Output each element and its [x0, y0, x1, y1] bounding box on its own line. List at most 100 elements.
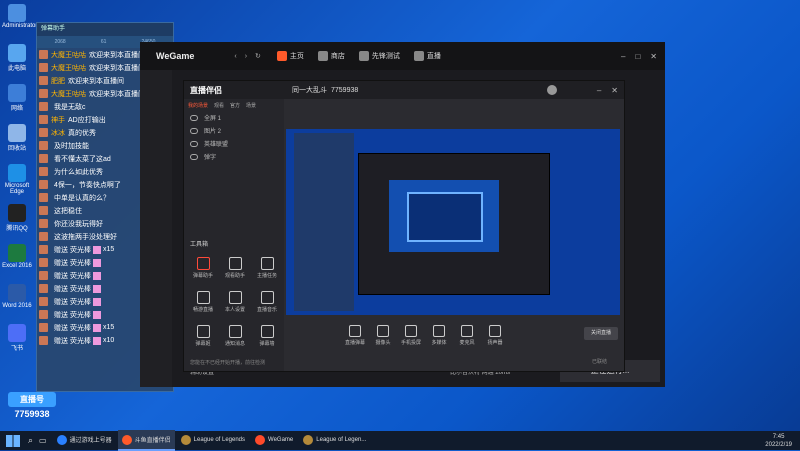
user-avatar — [39, 193, 48, 202]
message-text: 赠送 荧光棒 — [54, 272, 91, 280]
taskbar-app-icon — [255, 434, 266, 445]
scene-tab[interactable]: 我的场景 — [188, 102, 208, 109]
taskbar-item[interactable]: League of Legends — [177, 430, 249, 449]
app-icon — [8, 4, 26, 22]
minimize-icon[interactable]: – — [621, 52, 625, 61]
stream-badge: 直播号 7759938 — [4, 392, 60, 428]
desktop-icon[interactable]: Word 2016 — [2, 284, 32, 309]
preview-chat-panel — [294, 133, 354, 311]
desktop-icon-label: Excel 2016 — [2, 263, 32, 269]
desktop-icon-label: 网络 — [10, 106, 23, 112]
clock-time: 7:45 — [772, 433, 785, 440]
search-icon[interactable]: ⌕ — [28, 435, 33, 446]
stream-control[interactable]: 麦克风 — [452, 325, 482, 346]
stream-control[interactable]: 直播弹幕 — [340, 325, 370, 346]
tool-item[interactable]: 主播任务 — [252, 257, 282, 279]
eye-icon[interactable] — [190, 127, 198, 134]
user-name: 大魔王咕咕 — [51, 51, 86, 59]
message-text: 欢迎来到本直播间 — [68, 77, 124, 85]
user-avatar — [39, 297, 48, 306]
scene-item[interactable]: 英雄联盟 — [184, 137, 284, 150]
tool-icon — [196, 291, 210, 304]
taskbar-app-icon — [121, 434, 132, 445]
tool-item[interactable]: 弹幕姬 — [188, 325, 218, 347]
scene-label: 全屏 1 — [204, 116, 222, 122]
scene-tab[interactable]: 场景 — [246, 102, 256, 109]
user-avatar — [39, 154, 48, 163]
taskbar-item[interactable]: League of Legen... — [299, 430, 370, 449]
clock-date: 2022/2/19 — [765, 441, 792, 448]
close-icon[interactable]: ✕ — [650, 52, 657, 61]
maximize-icon[interactable]: □ — [635, 52, 640, 61]
taskbar-item[interactable]: 通过游戏上号器 — [53, 430, 116, 449]
stream-control[interactable]: 扬声器 — [480, 325, 510, 346]
back-arrow-icon[interactable]: ‹ — [234, 53, 236, 60]
desktop-icon[interactable]: 此电脑 — [2, 44, 32, 72]
app-icon — [8, 164, 26, 182]
refresh-icon[interactable]: ↻ — [255, 52, 261, 60]
close-icon[interactable]: ✕ — [611, 86, 618, 95]
scene-item[interactable]: 弹字 — [184, 150, 284, 163]
taskbar-item-label: League of Legen... — [316, 436, 367, 443]
zhibo-window[interactable]: 直播伴侣 同一大乱斗 7759938 – ✕ 我的场景 观看 官方 场景 全屏 1 图片… — [183, 80, 625, 372]
control-icon — [377, 325, 389, 337]
message-text: 4保一，节奏快点啊了 — [54, 181, 121, 189]
desktop-icon[interactable]: Microsoft Edge — [2, 164, 32, 195]
user-avatar — [39, 115, 48, 124]
task-view-icon[interactable]: ▭ — [39, 436, 47, 445]
scene-label: 英雄联盟 — [204, 142, 229, 148]
taskbar-item[interactable]: WeGame — [251, 430, 297, 449]
tool-item[interactable]: 观看助手 — [220, 257, 250, 279]
scene-tab[interactable]: 官方 — [230, 102, 240, 109]
control-label: 扬声器 — [487, 340, 503, 346]
stream-preview[interactable] — [286, 129, 620, 315]
app-icon — [8, 204, 26, 222]
nav-tab[interactable]: 主页 — [276, 51, 304, 61]
tool-item[interactable]: 弹幕墙 — [252, 325, 282, 347]
scene-item[interactable]: 全屏 1 — [184, 111, 284, 124]
minimize-icon[interactable]: – — [597, 86, 601, 95]
clock[interactable]: 7:45 2022/2/19 — [765, 433, 792, 449]
eye-icon[interactable] — [190, 153, 198, 160]
eye-icon[interactable] — [190, 114, 198, 121]
desktop-icon-label: 回收站 — [7, 146, 26, 152]
desktop-icon[interactable]: 飞书 — [2, 324, 32, 352]
desktop-icon[interactable]: Excel 2016 — [2, 244, 32, 269]
zhibo-logo: 直播伴侣 — [190, 85, 222, 95]
desktop-icon[interactable]: Administrator — [2, 4, 37, 29]
chat-stat-1: 61 — [100, 39, 107, 45]
gift-icon — [92, 284, 101, 293]
tool-item[interactable]: 本人设置 — [220, 291, 250, 313]
tool-item[interactable]: 畅游直播 — [188, 291, 218, 313]
chat-header: 弹幕助手 — [37, 23, 173, 36]
scene-tab[interactable]: 观看 — [214, 102, 224, 109]
nav-tab[interactable]: 先锋测试 — [358, 51, 400, 61]
user-avatar — [39, 245, 48, 254]
tool-label: 弹幕墙 — [259, 341, 275, 347]
stream-control[interactable]: 多媒体 — [424, 325, 454, 346]
avatar[interactable] — [546, 85, 557, 95]
control-label: 直播弹幕 — [344, 340, 365, 346]
nav-tab-icon — [317, 51, 328, 61]
tool-label: 弹幕姬 — [195, 341, 211, 347]
tool-item[interactable]: 直播音乐 — [252, 291, 282, 313]
desktop-icon[interactable]: 回收站 — [2, 124, 32, 152]
user-avatar — [39, 258, 48, 267]
tool-item[interactable]: 通知消息 — [220, 325, 250, 347]
scene-item[interactable]: 图片 2 — [184, 124, 284, 137]
stream-control[interactable]: 摄像头 — [368, 325, 398, 346]
end-stream-button[interactable]: 关闭直播 — [584, 327, 618, 340]
nav-tab[interactable]: 直播 — [413, 51, 441, 61]
tool-item[interactable]: 弹幕助手 — [188, 257, 218, 279]
stream-control[interactable]: 手机投屏 — [396, 325, 426, 346]
control-label: 麦克风 — [459, 340, 475, 346]
windows-start-icon[interactable] — [6, 434, 20, 447]
control-icon — [433, 325, 445, 337]
desktop-icon[interactable]: 网络 — [2, 84, 32, 112]
eye-icon[interactable] — [190, 140, 198, 147]
forward-arrow-icon[interactable]: › — [245, 53, 247, 60]
nav-tab[interactable]: 商店 — [317, 51, 345, 61]
desktop-icon[interactable]: 腾讯QQ — [2, 204, 32, 232]
tool-label: 本人设置 — [224, 307, 245, 313]
taskbar-item[interactable]: 斗鱼直播伴侣 — [117, 430, 175, 451]
